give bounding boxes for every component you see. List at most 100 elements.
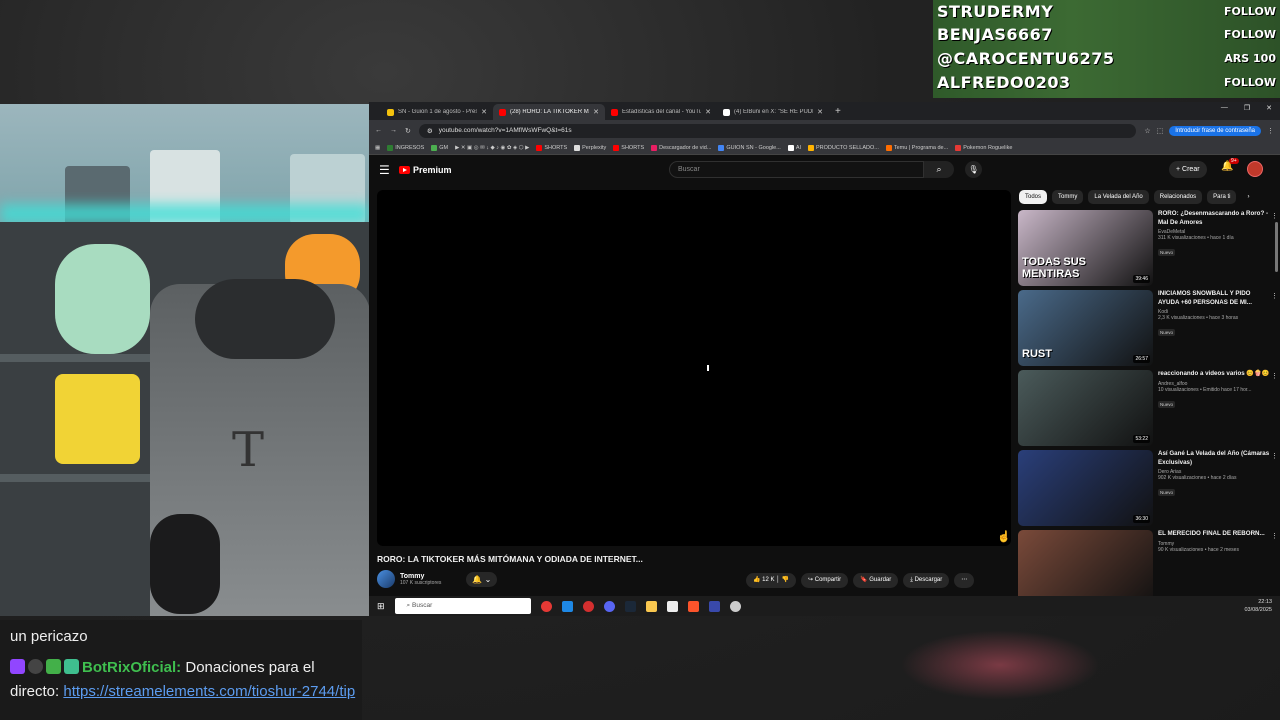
notification-count: 9+ bbox=[1229, 158, 1239, 164]
browser-tab[interactable]: SN - Guion 1 de agosto - Pres... ✕ bbox=[381, 104, 493, 120]
notepad-icon[interactable] bbox=[666, 600, 678, 612]
password-button[interactable]: Introducir frase de contraseña bbox=[1169, 125, 1261, 136]
scrollbar[interactable] bbox=[1275, 222, 1278, 272]
bookmark-item[interactable]: SHORTS bbox=[613, 144, 644, 151]
more-options-icon[interactable]: ⋮ bbox=[1271, 292, 1278, 300]
address-bar[interactable]: ⚙ youtube.com/watch?v=1AMflWsWFwQ&t=61s bbox=[418, 123, 1137, 138]
back-icon[interactable]: ← bbox=[375, 127, 382, 134]
forward-icon[interactable]: → bbox=[390, 127, 397, 134]
channel-name[interactable]: Tommy bbox=[400, 573, 441, 580]
chip-para-ti[interactable]: Para ti bbox=[1207, 190, 1237, 204]
donation-link[interactable]: https://streamelements.com/tioshur-2744/… bbox=[63, 683, 355, 700]
more-options-icon[interactable]: ⋮ bbox=[1271, 212, 1278, 220]
background-blur bbox=[900, 630, 1100, 700]
chip-la-velada[interactable]: La Velada del Año bbox=[1088, 190, 1149, 204]
share-button[interactable]: ↪ Compartir bbox=[801, 573, 849, 588]
bookmark-item[interactable]: Descargador de vid... bbox=[651, 144, 711, 151]
bookmark-label: PRODUCTO SELLADO... bbox=[816, 144, 879, 151]
reload-icon[interactable]: ↻ bbox=[405, 127, 411, 135]
more-actions-icon[interactable]: ⋯ bbox=[954, 573, 975, 588]
taskbar-search[interactable]: ⌕ Buscar bbox=[394, 598, 531, 614]
video-title[interactable]: Así Gané La Velada del Año (Cámaras Excl… bbox=[1158, 450, 1273, 467]
new-tab-button[interactable]: + bbox=[829, 104, 847, 120]
tab-favicon bbox=[611, 108, 618, 116]
video-player[interactable]: ☝ bbox=[377, 190, 1011, 546]
minimize-icon[interactable]: — bbox=[1221, 104, 1228, 112]
close-window-icon[interactable]: ✕ bbox=[1266, 104, 1272, 112]
video-duration: 26:57 bbox=[1133, 355, 1150, 363]
alert-tag: ARS 100 bbox=[1224, 51, 1276, 65]
more-menu-icon[interactable]: ⋮ bbox=[1267, 127, 1274, 135]
video-title[interactable]: EL MERECIDO FINAL DE REBORN... bbox=[1158, 530, 1273, 539]
extension-icon[interactable]: ⬚ bbox=[1157, 127, 1164, 135]
bookmark-star-icon[interactable]: ☆ bbox=[1144, 127, 1150, 135]
discord-icon[interactable] bbox=[603, 600, 615, 612]
steam-icon[interactable] bbox=[624, 600, 636, 612]
hamburger-menu-icon[interactable]: ☰ bbox=[379, 163, 399, 177]
youtube-search-input[interactable]: Buscar bbox=[669, 161, 924, 178]
youtube-logo[interactable]: Premium bbox=[399, 165, 452, 175]
brave-icon[interactable] bbox=[687, 600, 699, 612]
site-info-icon[interactable]: ⚙ bbox=[427, 127, 433, 135]
recommendation-item[interactable]: RUST 26:57 INICIAMOS SNOWBALL Y PIDO AYUDA… bbox=[1018, 290, 1280, 368]
like-button[interactable]: 👍 12 K │ 👎 bbox=[746, 573, 797, 588]
recommendation-item[interactable]: 36:30 Así Gané La Velada del Año (Cámaras… bbox=[1018, 450, 1280, 528]
new-badge: Nuevo bbox=[1158, 400, 1176, 408]
video-info: reaccionando a videos varios 😊🍿😊 Andres_a… bbox=[1158, 370, 1273, 411]
edge-icon[interactable] bbox=[561, 600, 573, 612]
browser-tab-active[interactable]: (28) RORO: LA TIKTOKER MÁS ... ✕ bbox=[493, 104, 605, 120]
subscribed-bell-button[interactable]: 🔔 ⌄ bbox=[466, 571, 498, 587]
close-tab-icon[interactable]: ✕ bbox=[705, 108, 711, 116]
video-thumbnail[interactable]: RUST 26:57 bbox=[1018, 290, 1153, 366]
save-button[interactable]: 🔖 Guardar bbox=[853, 573, 899, 588]
video-title[interactable]: INICIAMOS SNOWBALL Y PIDO AYUDA +60 PERS… bbox=[1158, 290, 1273, 307]
bookmark-item[interactable]: GUION SN - Google... bbox=[718, 144, 781, 151]
shield-icon[interactable] bbox=[729, 600, 741, 612]
video-title[interactable]: reaccionando a videos varios 😊🍿😊 bbox=[1158, 370, 1273, 379]
recommendation-item[interactable]: 53:22 reaccionando a videos varios 😊🍿😊 And… bbox=[1018, 370, 1280, 448]
apps-icon[interactable]: ▦ bbox=[375, 145, 380, 151]
windows-start-icon[interactable]: ⊞ bbox=[377, 601, 385, 612]
bookmark-item[interactable]: SHORTS bbox=[536, 144, 567, 151]
more-options-icon[interactable]: ⋮ bbox=[1271, 372, 1278, 380]
bookmark-item[interactable]: Perplexity bbox=[574, 144, 606, 151]
browser-tab[interactable]: Estadísticas del canal - YouTube ✕ bbox=[605, 104, 717, 120]
channel-avatar[interactable] bbox=[377, 570, 395, 588]
chips-next-icon[interactable]: › bbox=[1241, 190, 1255, 204]
app-icon[interactable] bbox=[708, 600, 720, 612]
download-button[interactable]: ⤓ Descargar bbox=[903, 573, 950, 588]
tab-favicon bbox=[387, 108, 394, 116]
bookmark-item[interactable]: Pokemon Roguelike bbox=[955, 144, 1012, 151]
system-tray[interactable]: 22:13 03/08/2025 bbox=[1244, 598, 1272, 614]
search-icon[interactable]: ⌕ bbox=[924, 161, 954, 178]
chip-todos[interactable]: Todos bbox=[1019, 190, 1048, 204]
close-tab-icon[interactable]: ✕ bbox=[817, 108, 823, 116]
bookmark-icons[interactable]: ▶ ✕ ▣ ◎ ✉ ↓ ◆ ♪ ◉ ✿ ◈ ⬡ ▶ bbox=[455, 145, 529, 151]
voice-search-icon[interactable]: 🎙 bbox=[965, 161, 982, 178]
video-thumbnail[interactable]: TODAS SUS MENTIRAS 39:46 bbox=[1018, 210, 1153, 286]
video-thumbnail[interactable]: 36:30 bbox=[1018, 450, 1153, 526]
bookmark-item[interactable]: PRODUCTO SELLADO... bbox=[808, 144, 879, 151]
video-thumbnail[interactable]: 53:22 bbox=[1018, 370, 1153, 446]
chrome-icon[interactable] bbox=[540, 600, 552, 612]
bookmark-item[interactable]: Temu | Programa de... bbox=[885, 144, 948, 151]
video-title[interactable]: RORO: ¿Desenmascarando a Roro? - Mal De … bbox=[1158, 210, 1273, 227]
bookmark-item[interactable]: INGRESOS bbox=[387, 144, 424, 151]
chip-relacionados[interactable]: Relacionados bbox=[1153, 190, 1203, 204]
create-button[interactable]: + Crear bbox=[1169, 161, 1207, 178]
more-options-icon[interactable]: ⋮ bbox=[1271, 452, 1278, 460]
restore-icon[interactable]: ❐ bbox=[1244, 104, 1250, 112]
chip-tommy[interactable]: Tommy bbox=[1052, 190, 1084, 204]
file-explorer-icon[interactable] bbox=[645, 600, 657, 612]
close-tab-icon[interactable]: ✕ bbox=[481, 108, 487, 116]
bookmark-item[interactable]: AI bbox=[787, 144, 801, 151]
bookmark-item[interactable]: GM bbox=[431, 144, 448, 151]
recommendation-item[interactable]: TODAS SUS MENTIRAS 39:46 RORO: ¿Desenmasca… bbox=[1018, 210, 1280, 288]
user-avatar[interactable] bbox=[1247, 161, 1263, 177]
browser-tab[interactable]: (4) ElBuni en X: "SE RE PUDRIÓ... ✕ bbox=[717, 104, 829, 120]
more-options-icon[interactable]: ⋮ bbox=[1271, 532, 1278, 540]
video-thumbnail[interactable] bbox=[1018, 530, 1153, 606]
opera-icon[interactable] bbox=[582, 600, 594, 612]
close-tab-icon[interactable]: ✕ bbox=[593, 108, 599, 116]
recommendation-chips: Todos Tommy La Velada del Año Relacionad… bbox=[1019, 190, 1255, 204]
